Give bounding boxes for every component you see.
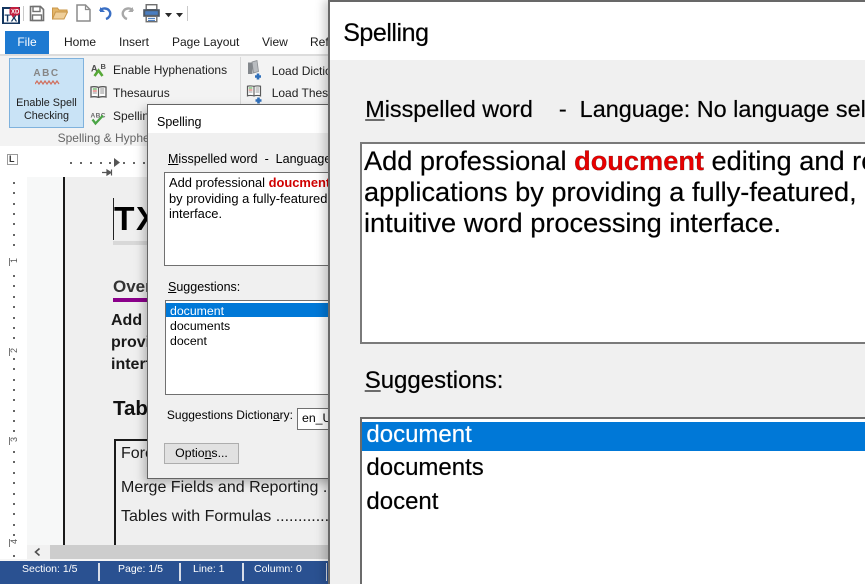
svg-text:3: 3	[9, 437, 19, 442]
svg-text:XD: XD	[11, 9, 20, 15]
svg-text:4: 4	[9, 539, 19, 544]
svg-text:B: B	[101, 62, 107, 71]
svg-text:2: 2	[9, 348, 19, 353]
svg-text:1: 1	[9, 258, 19, 263]
